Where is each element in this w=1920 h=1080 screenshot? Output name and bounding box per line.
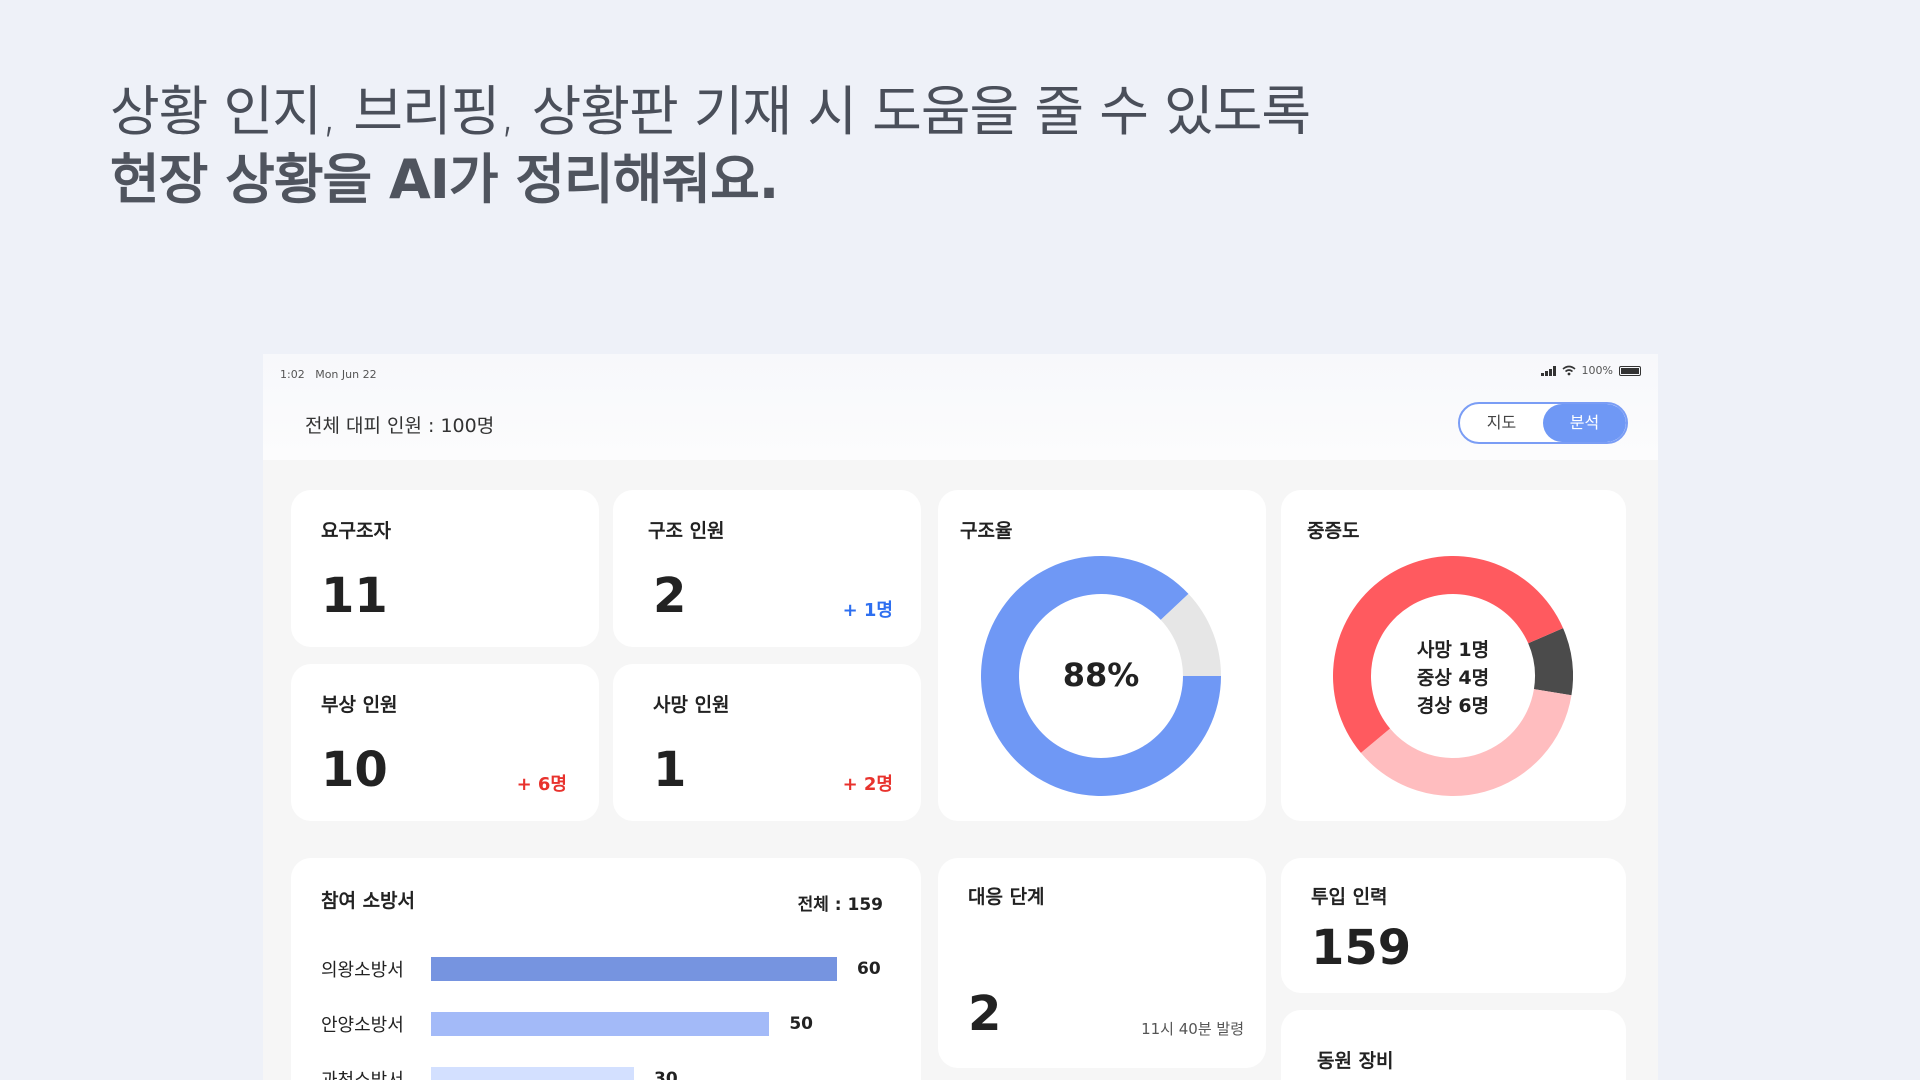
station-bar-value: 50 bbox=[789, 1014, 813, 1034]
card-stations: 참여 소방서 전체 : 159 의왕소방서 60 안양소방서 50 과천소방서 30 bbox=[291, 858, 921, 1080]
card-injured-title: 부상 인원 bbox=[321, 694, 398, 716]
toggle-analysis[interactable]: 분석 bbox=[1543, 404, 1626, 442]
card-rescued-title: 구조 인원 bbox=[648, 520, 725, 542]
toggle-map[interactable]: 지도 bbox=[1460, 404, 1543, 442]
card-injured: 부상 인원 10 + 6명 bbox=[291, 664, 599, 821]
headline: 상황 인지, 브리핑, 상황판 기재 시 도움을 줄 수 있도록 현장 상황을 … bbox=[110, 78, 1311, 214]
card-response-level-title: 대응 단계 bbox=[968, 886, 1045, 908]
station-bar-row: 과천소방서 30 bbox=[321, 1066, 678, 1080]
card-injured-delta: + 6명 bbox=[516, 774, 567, 795]
card-equipment-title: 동원 장비 bbox=[1317, 1050, 1394, 1072]
card-requests-value: 11 bbox=[321, 568, 388, 624]
card-personnel-title: 투입 인력 bbox=[1311, 886, 1388, 908]
card-injured-value: 10 bbox=[321, 742, 388, 798]
battery-percent: 100% bbox=[1581, 364, 1613, 377]
station-bar-row: 안양소방서 50 bbox=[321, 1011, 813, 1037]
card-stations-total: 전체 : 159 bbox=[797, 895, 883, 915]
card-response-level-issued: 11시 40분 발령 bbox=[1141, 1020, 1244, 1038]
tablet-screen: 1:02 Mon Jun 22 100% 전체 대피 인원 : 100명 지도 … bbox=[263, 354, 1658, 1080]
station-bar-label: 의왕소방서 bbox=[321, 960, 404, 981]
card-severity: 중증도 사망 1명 중상 4명 경상 6명 bbox=[1281, 490, 1626, 821]
card-deaths-title: 사망 인원 bbox=[653, 694, 730, 716]
status-indicators: 100% bbox=[1540, 364, 1641, 377]
card-rescued-value: 2 bbox=[653, 568, 687, 624]
card-rescued: 구조 인원 2 + 1명 bbox=[613, 490, 921, 647]
evacuation-total: 전체 대피 인원 : 100명 bbox=[305, 415, 495, 437]
top-bar: 1:02 Mon Jun 22 100% 전체 대피 인원 : 100명 지도 … bbox=[263, 354, 1658, 460]
wifi-icon bbox=[1562, 365, 1576, 376]
view-toggle[interactable]: 지도 분석 bbox=[1458, 402, 1628, 444]
station-bar-value: 30 bbox=[654, 1069, 678, 1080]
card-requests: 요구조자 11 bbox=[291, 490, 599, 647]
card-severity-title: 중증도 bbox=[1307, 520, 1360, 542]
station-bar-row: 의왕소방서 60 bbox=[321, 956, 881, 982]
card-rescued-delta: + 1명 bbox=[842, 600, 893, 621]
card-rescue-rate: 구조율 88% bbox=[938, 490, 1266, 821]
card-requests-title: 요구조자 bbox=[321, 520, 391, 542]
battery-icon bbox=[1619, 365, 1641, 376]
severity-label: 사망 1명 중상 4명 경상 6명 bbox=[1333, 636, 1573, 720]
severity-critical: 중상 4명 bbox=[1416, 667, 1490, 689]
card-personnel: 투입 인력 159 bbox=[1281, 858, 1626, 993]
rescue-rate-label: 88% bbox=[1062, 656, 1140, 694]
station-bar bbox=[431, 1012, 770, 1036]
station-bar-value: 60 bbox=[857, 959, 881, 979]
headline-line-1: 상황 인지, 브리핑, 상황판 기재 시 도움을 줄 수 있도록 bbox=[110, 80, 1311, 143]
card-deaths-value: 1 bbox=[653, 742, 687, 798]
headline-line-2: 현장 상황을 AI가 정리해줘요. bbox=[110, 148, 779, 211]
station-bar-label: 과천소방서 bbox=[321, 1066, 431, 1080]
severity-death: 사망 1명 bbox=[1416, 639, 1490, 661]
station-bar bbox=[431, 1067, 634, 1080]
card-response-level-value: 2 bbox=[968, 986, 1002, 1042]
card-deaths: 사망 인원 1 + 2명 bbox=[613, 664, 921, 821]
station-bar bbox=[431, 957, 837, 981]
card-deaths-delta: + 2명 bbox=[842, 774, 893, 795]
status-clock: 1:02 bbox=[280, 368, 305, 381]
station-bar-label: 안양소방서 bbox=[321, 1015, 404, 1036]
status-date: Mon Jun 22 bbox=[315, 368, 377, 381]
status-time: 1:02 Mon Jun 22 bbox=[280, 368, 377, 381]
signal-icon bbox=[1540, 365, 1556, 376]
card-rescue-rate-title: 구조율 bbox=[960, 520, 1013, 542]
card-personnel-value: 159 bbox=[1311, 920, 1412, 976]
card-equipment: 동원 장비 bbox=[1281, 1010, 1626, 1080]
severity-minor: 경상 6명 bbox=[1416, 695, 1490, 717]
card-response-level: 대응 단계 2 11시 40분 발령 bbox=[938, 858, 1266, 1068]
card-stations-title: 참여 소방서 bbox=[321, 890, 416, 912]
